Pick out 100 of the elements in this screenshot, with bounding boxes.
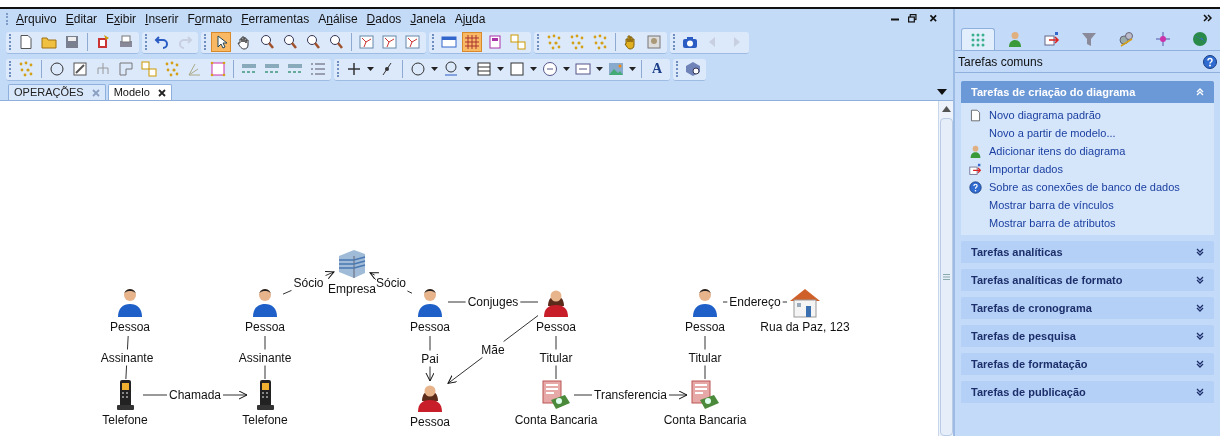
relationship-label: Conjuges: [467, 295, 519, 309]
toolbar-button[interactable]: [211, 32, 231, 52]
help-icon[interactable]: [1203, 54, 1217, 69]
task-link[interactable]: Importar dados: [989, 160, 1063, 178]
toolbar-button[interactable]: [47, 59, 67, 79]
toolbar-button[interactable]: [540, 59, 560, 79]
funnel-icon: [1081, 31, 1097, 47]
caret-icon[interactable]: [367, 67, 374, 71]
caret-icon[interactable]: [530, 67, 537, 71]
dropdown-icon[interactable]: [937, 89, 947, 95]
toolbar-button[interactable]: [70, 59, 90, 79]
menu-item[interactable]: Ajuda: [454, 10, 486, 28]
shape-icon: [118, 61, 134, 77]
toolbar-button[interactable]: [474, 59, 494, 79]
font-button[interactable]: A: [647, 59, 667, 79]
scroll-up-icon[interactable]: [941, 106, 951, 112]
node-label: Pessoa: [536, 320, 576, 334]
document-tab[interactable]: OPERAÇÕES: [8, 84, 106, 100]
menu-item[interactable]: Arquivo: [16, 10, 57, 28]
caret-icon[interactable]: [629, 67, 636, 71]
square-icon: [509, 61, 525, 77]
menu-item[interactable]: Formato: [187, 10, 233, 28]
toolbar-button[interactable]: [683, 59, 703, 79]
section-header[interactable]: Tarefas de formatação: [961, 353, 1214, 375]
minimize-icon: [891, 17, 899, 21]
person-icon: [1007, 31, 1023, 47]
zoom-icon: [259, 34, 275, 50]
import-icon: [1044, 31, 1060, 47]
folder-icon: [41, 34, 57, 50]
section-header[interactable]: Tarefas de pesquisa: [961, 325, 1214, 347]
menu-item[interactable]: Editar: [65, 10, 98, 28]
menu-item[interactable]: Dados: [366, 10, 402, 28]
edit-icon: [72, 61, 88, 77]
section-header[interactable]: Tarefas de cronograma: [961, 297, 1214, 319]
menu-item[interactable]: Janela: [410, 10, 446, 28]
sparkle-icon: [592, 34, 608, 50]
section-header[interactable]: Tarefas de publicação: [961, 381, 1214, 403]
sparkle-icon: [18, 61, 34, 77]
window-icon: [441, 34, 457, 50]
camera-icon: [682, 34, 698, 50]
caret-icon[interactable]: [464, 67, 471, 71]
section-header[interactable]: Tarefas analíticas de formato: [961, 269, 1214, 291]
task-link[interactable]: Mostrar barra de vínculos: [989, 196, 1114, 214]
task-link[interactable]: Novo diagrama padrão: [989, 106, 1101, 124]
money-form-icon[interactable]: [689, 379, 721, 411]
plus-icon: [346, 61, 362, 77]
node-label: Conta Bancaria: [663, 413, 747, 427]
collapse-chevron-icon[interactable]: [1196, 88, 1204, 96]
relationship-label: Pai: [421, 351, 439, 366]
menu-item[interactable]: Ferramentas: [241, 10, 310, 28]
expand-chevron-icon[interactable]: [1196, 388, 1204, 396]
relationship-label: Sócio: [293, 276, 324, 290]
ellipse-label-icon: [542, 61, 558, 77]
node-label: Empresa: [328, 282, 376, 296]
zoom-icon: [305, 34, 321, 50]
menu-item[interactable]: Análise: [318, 10, 358, 28]
caret-icon[interactable]: [431, 67, 438, 71]
document-icon: [969, 108, 982, 122]
menu-item[interactable]: Exibir: [106, 10, 137, 28]
caret-icon[interactable]: [497, 67, 504, 71]
help-icon: [969, 180, 982, 194]
crosshair-icon: [1155, 31, 1171, 47]
minimize-button[interactable]: [891, 17, 899, 21]
task-link[interactable]: Sobre as conexões de banco de dados: [989, 178, 1180, 196]
restore-button[interactable]: [907, 12, 920, 26]
task-link[interactable]: Adicionar itens do diagrama: [989, 142, 1126, 160]
image-icon: [608, 61, 624, 77]
house-icon[interactable]: [789, 286, 821, 318]
relationship-label: Titular: [539, 350, 573, 365]
restore-icon: [907, 12, 920, 26]
zoom-icon: [328, 34, 344, 50]
toolbar-button[interactable]: [408, 59, 428, 79]
expand-icon[interactable]: [1203, 14, 1212, 22]
menu-item[interactable]: Inserir: [145, 10, 179, 28]
caret-icon[interactable]: [563, 67, 570, 71]
document-tab[interactable]: Modelo: [107, 84, 172, 100]
node-label: Rua da Paz, 123: [760, 320, 850, 334]
building-icon[interactable]: [336, 248, 368, 280]
print-icon: [118, 34, 134, 50]
money-form-icon[interactable]: [540, 379, 572, 411]
caret-icon[interactable]: [596, 67, 603, 71]
node-label: Pessoa: [410, 415, 450, 429]
layout-icon: [510, 34, 526, 50]
relationship-label: Sócio: [376, 276, 406, 290]
task-link[interactable]: Mostrar barra de atributos: [989, 214, 1116, 232]
properties-icon: [95, 34, 111, 50]
expand-chevron-icon[interactable]: [1196, 360, 1204, 368]
expand-chevron-icon[interactable]: [1196, 332, 1204, 340]
section-header[interactable]: Tarefas analíticas: [961, 241, 1214, 263]
expand-chevron-icon[interactable]: [1196, 276, 1204, 284]
dot-grid-icon: [970, 31, 986, 48]
sparkle-icon: [546, 34, 562, 50]
node-label: Pessoa: [110, 320, 150, 334]
hand-icon: [236, 34, 252, 50]
close-icon[interactable]: [157, 88, 166, 97]
expand-chevron-icon[interactable]: [1196, 304, 1204, 312]
globe-icon: [1192, 31, 1208, 47]
sparkle-icon: [569, 34, 585, 50]
expand-chevron-icon[interactable]: [1196, 248, 1204, 256]
task-link[interactable]: Novo a partir de modelo...: [989, 124, 1116, 142]
